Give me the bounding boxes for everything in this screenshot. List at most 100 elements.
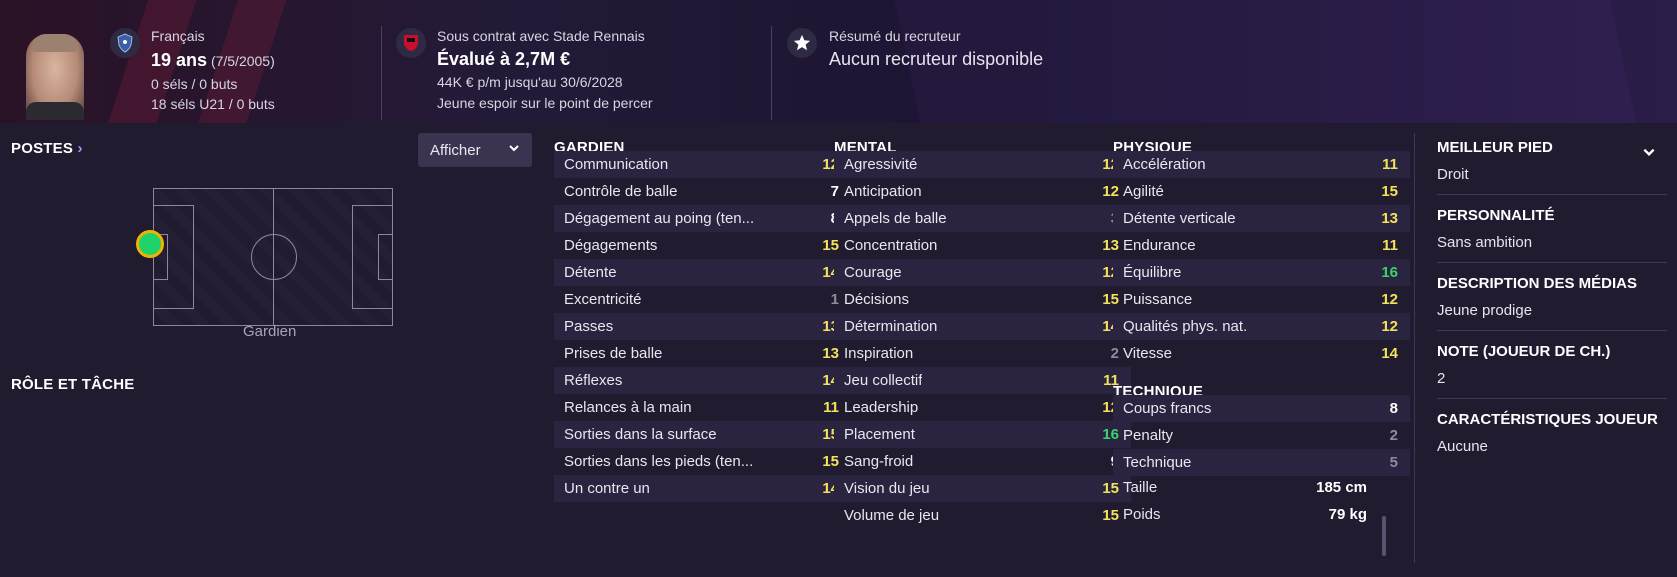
physique-attribute-row[interactable]: Vitesse 14 [1113,340,1410,367]
wage-line: 44K € p/m jusqu'au 30/6/2028 [437,74,623,90]
gardien-attribute-row[interactable]: Détente 14 [554,259,851,286]
physique-attribute-row[interactable]: Endurance 11 [1113,232,1410,259]
gardien-attribute-row[interactable]: Un contre un 14 [554,475,851,502]
avatar-hair [32,34,78,52]
mental-attribute-row[interactable]: Agressivité 12 [834,151,1131,178]
mental-attribute-row[interactable]: Leadership 12 [834,394,1131,421]
attribute-name: Leadership [844,399,919,416]
position-pitch [153,188,393,326]
mental-attribute-row[interactable]: Volume de jeu 15 [834,502,1131,529]
technique-attribute-row[interactable]: Penalty 2 [1113,422,1410,449]
mental-attribute-row[interactable]: Appels de balle3 [834,205,1131,232]
side-separator [1437,194,1667,195]
personality-value: Sans ambition [1437,234,1533,251]
attribute-name: Technique [1123,454,1192,471]
gardien-attribute-row[interactable]: Sorties dans la surface 15 [554,421,851,448]
side-separator [1437,398,1667,399]
attribute-name: Placement [844,426,915,443]
attribute-name: Penalty [1123,427,1174,444]
attribute-name: Communication [564,156,669,173]
attribute-name: Puissance [1123,291,1193,308]
mental-attributes: Agressivité 12 Anticipation 12 Appels de bal… [834,151,1131,529]
goal-box-right [378,234,392,280]
attribute-name: Prises de balle [564,345,663,362]
gardien-attribute-row[interactable]: Excentricité 1 [554,286,851,313]
rating-value: 2 [1437,370,1446,387]
player-header: Français 19 ans (7/5/2005) 0 séls / 0 bu… [0,0,1677,123]
measures-scrollbar[interactable] [1382,516,1386,556]
attribute-name: Dégagements [564,237,658,254]
best-foot-label: MEILLEUR PIED [1437,139,1553,156]
mental-attribute-row[interactable]: Anticipation 12 [834,178,1131,205]
attribute-name: Accélération [1123,156,1206,173]
attribute-name: Passes [564,318,614,335]
age: 19 ans [151,50,208,70]
gardien-attribute-row[interactable]: Sorties dans les pieds (ten... 15 [554,448,851,475]
mental-attribute-row[interactable]: Concentration 13 [834,232,1131,259]
mental-attribute-row[interactable]: Décisions 15 [834,286,1131,313]
player-avatar [26,34,84,120]
technique-attribute-row[interactable]: Technique 5 [1113,449,1410,476]
physique-attribute-row[interactable]: Agilité 15 [1113,178,1410,205]
gardien-attribute-row[interactable]: Dégagement au poing (ten...8 [554,205,851,232]
u21-caps: 18 séls U21 / 0 buts [151,96,275,112]
attribute-name: Sorties dans la surface [564,426,717,443]
attribute-name: Anticipation [844,183,922,200]
height-label: Taille [1123,479,1158,496]
role-duty-title: RÔLE ET TÂCHE [11,376,135,393]
attribute-value: 14 [1381,345,1398,362]
chevron-down-icon [509,145,519,152]
player-traits-label: CARACTÉRISTIQUES JOUEUR [1437,411,1658,428]
attribute-value: 2 [1389,427,1398,444]
positions-title-label: POSTES [11,140,74,157]
mental-attribute-row[interactable]: Placement 16 [834,421,1131,448]
goalkeeper-position-marker[interactable] [136,230,164,258]
club-crest-icon[interactable] [396,28,426,58]
afficher-dropdown[interactable]: Afficher [418,133,532,167]
technique-attributes: Coups francs 8 Penalty 2 Technique 5 [1113,395,1410,476]
physique-attributes: Accélération 11 Agilité 15 Détente verticale… [1113,151,1410,367]
mental-attribute-row[interactable]: Courage 12 [834,259,1131,286]
attribute-name: Excentricité [564,291,642,308]
physique-attribute-row[interactable]: Puissance 12 [1113,286,1410,313]
attribute-name: Qualités phys. nat. [1123,318,1248,335]
gardien-attribute-row[interactable]: Passes 13 [554,313,851,340]
gardien-attribute-row[interactable]: Relances à la main 11 [554,394,851,421]
mental-attribute-row[interactable]: Vision du jeu 15 [834,475,1131,502]
positions-title[interactable]: POSTES › [11,140,83,157]
gardien-attribute-row[interactable]: Réflexes 14 [554,367,851,394]
attribute-name: Un contre un [564,480,650,497]
technique-attribute-row[interactable]: Coups francs 8 [1113,395,1410,422]
gardien-attribute-row[interactable]: Prises de balle 13 [554,340,851,367]
physique-attribute-row[interactable]: Qualités phys. nat. 12 [1113,313,1410,340]
physique-attribute-row[interactable]: Détente verticale 13 [1113,205,1410,232]
gardien-attribute-row[interactable]: Dégagements 15 [554,232,851,259]
mental-attribute-row[interactable]: Détermination 14 [834,313,1131,340]
personality-section: PERSONNALITÉ Sans ambition [1437,207,1667,251]
attribute-name: Coups francs [1123,400,1212,417]
gardien-attribute-row[interactable]: Communication 12 [554,151,851,178]
attribute-name: Jeu collectif [844,372,923,389]
birthdate: (7/5/2005) [210,53,275,69]
media-description-label: DESCRIPTION DES MÉDIAS [1437,275,1638,292]
media-description-value: Jeune prodige [1437,302,1533,319]
physique-attribute-row[interactable]: Accélération 11 [1113,151,1410,178]
attribute-name: Réflexes [564,372,623,389]
attribute-name: Relances à la main [564,399,692,416]
senior-caps: 0 séls / 0 buts [151,76,238,92]
mental-attribute-row[interactable]: Sang-froid9 [834,448,1131,475]
physique-attribute-row[interactable]: Équilibre 16 [1113,259,1410,286]
personality-label: PERSONNALITÉ [1437,207,1555,224]
attribute-name: Agilité [1123,183,1164,200]
mental-attribute-row[interactable]: Inspiration 2 [834,340,1131,367]
attributes-panel: POSTES › Afficher Gardien RÔLE ET TÂCHE … [0,123,1677,577]
weight-row: Poids 79 kg [1113,506,1383,523]
header-divider [771,26,772,120]
gardien-attribute-row[interactable]: Contrôle de balle 7 [554,178,851,205]
scout-text: Aucun recruteur disponible [829,49,1044,69]
attribute-name: Volume de jeu [844,507,940,524]
mental-attribute-row[interactable]: Jeu collectif 11 [834,367,1131,394]
side-separator [1437,262,1667,263]
weight-label: Poids [1123,506,1161,523]
chevron-down-icon[interactable] [1642,145,1656,159]
